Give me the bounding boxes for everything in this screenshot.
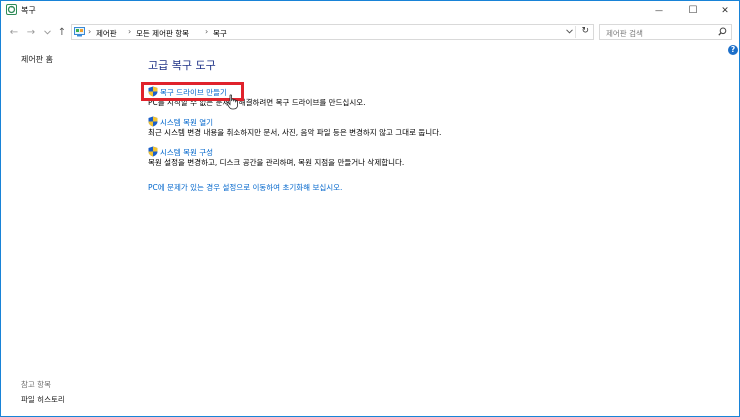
control-panel-home-link[interactable]: 제어판 홈 [21, 54, 53, 65]
search-input[interactable]: 제어판 검색 [606, 28, 643, 39]
navigation-bar: ← → ↑ › 제어판 › 모든 제어판 항목 › 복구 ↻ 제어판 검색 [1, 21, 739, 43]
address-divider [575, 26, 576, 38]
hand-cursor-icon [226, 94, 238, 110]
configure-system-restore-description: 복원 설정을 변경하고, 디스크 공간을 관리하며, 복원 지점을 만들거나 삭… [148, 158, 405, 167]
control-panel-icon [74, 27, 85, 37]
reset-pc-settings-link[interactable]: PC에 문제가 있는 경우 설정으로 이동하여 초기화해 보십시오. [148, 182, 342, 193]
see-also-header: 참고 항목 [21, 380, 51, 389]
help-icon[interactable]: ? [728, 45, 738, 55]
address-dropdown-icon[interactable] [566, 29, 573, 34]
up-arrow-icon: ↑ [57, 26, 67, 38]
title-bar[interactable]: 복구 — ☐ ✕ [1, 1, 739, 20]
up-button[interactable]: ↑ [56, 25, 68, 39]
breadcrumb-control-panel[interactable]: 제어판 [96, 28, 117, 39]
breadcrumb-separator-icon: › [128, 27, 132, 36]
search-icon[interactable] [718, 27, 727, 36]
recent-locations-button[interactable] [41, 25, 53, 39]
breadcrumb-recovery[interactable]: 복구 [213, 28, 227, 39]
file-history-link[interactable]: 파일 히스토리 [21, 394, 65, 405]
maximize-button[interactable]: ☐ [677, 1, 709, 20]
forward-arrow-icon: → [26, 26, 36, 38]
uac-shield-icon [148, 116, 158, 127]
uac-shield-icon [148, 146, 158, 157]
page-heading: 고급 복구 도구 [148, 59, 216, 72]
window-title: 복구 [21, 6, 36, 15]
close-button[interactable]: ✕ [709, 1, 740, 20]
minimize-button[interactable]: — [643, 1, 675, 20]
close-icon: ✕ [721, 5, 729, 16]
maximize-icon: ☐ [688, 5, 698, 16]
breadcrumb-all-items[interactable]: 모든 제어판 항목 [136, 28, 189, 39]
back-button[interactable]: ← [8, 25, 20, 39]
recovery-window: 복구 — ☐ ✕ ← → ↑ › 제어판 › 모든 제어판 항목 › 복구 ↻ … [0, 0, 740, 417]
chevron-down-icon [43, 29, 51, 35]
breadcrumb-separator-icon: › [205, 27, 209, 36]
recovery-app-icon [6, 4, 17, 15]
minimize-icon: — [655, 6, 663, 15]
open-system-restore-description: 최근 시스템 변경 내용을 취소하지만 문서, 사진, 음악 파일 등은 변경하… [148, 128, 442, 137]
forward-button[interactable]: → [25, 25, 37, 39]
address-bar[interactable]: › 제어판 › 모든 제어판 항목 › 복구 ↻ [71, 24, 594, 40]
refresh-icon[interactable]: ↻ [581, 26, 589, 36]
back-arrow-icon: ← [9, 26, 19, 38]
breadcrumb-separator-icon: › [88, 27, 92, 36]
search-box[interactable]: 제어판 검색 [599, 24, 732, 40]
